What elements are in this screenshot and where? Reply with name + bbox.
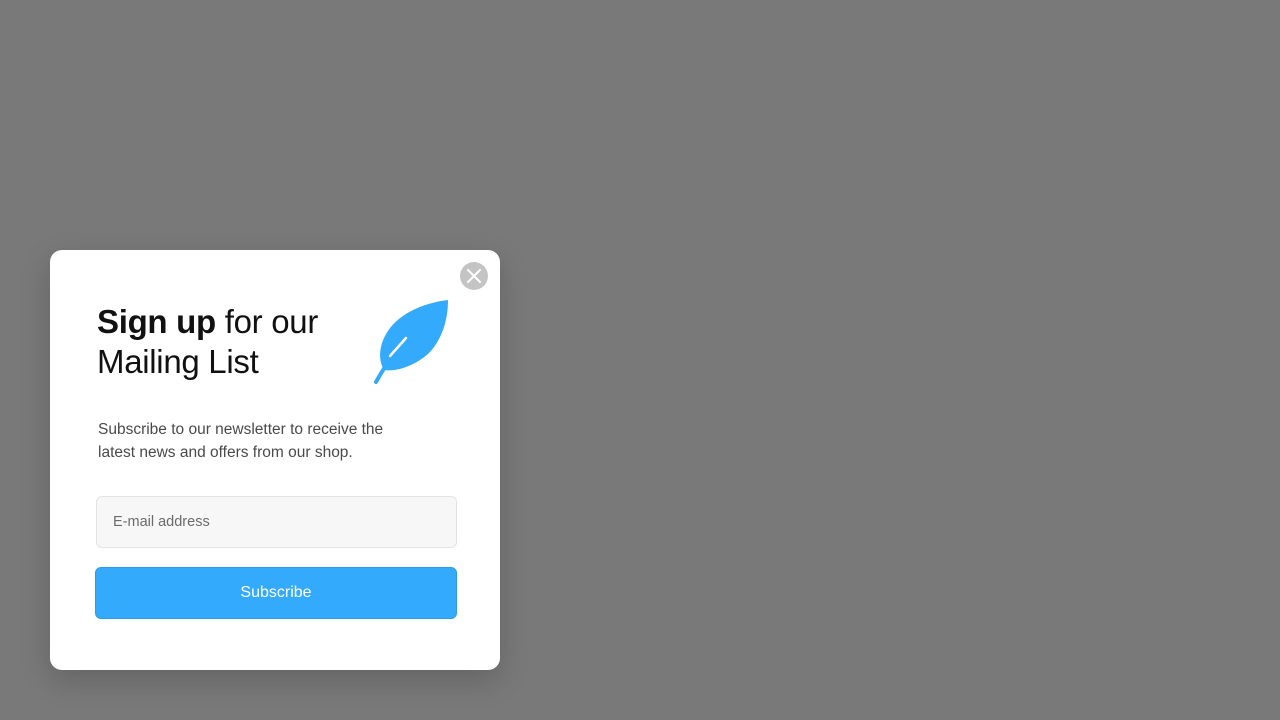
headline-line2: Mailing List: [97, 343, 259, 380]
close-icon: [467, 269, 481, 283]
feather-icon: [374, 300, 448, 384]
newsletter-popup: Sign up for our Mailing List Subscribe t…: [50, 250, 500, 670]
email-field[interactable]: [96, 496, 457, 548]
popup-description: Subscribe to our newsletter to receive t…: [98, 421, 384, 461]
close-button[interactable]: [460, 262, 488, 290]
popup-headline: Sign up for our Mailing List: [97, 302, 357, 382]
headline-strong: Sign up: [97, 303, 216, 340]
headline-rest: for our: [215, 303, 319, 340]
subscribe-button[interactable]: Subscribe: [95, 567, 457, 619]
